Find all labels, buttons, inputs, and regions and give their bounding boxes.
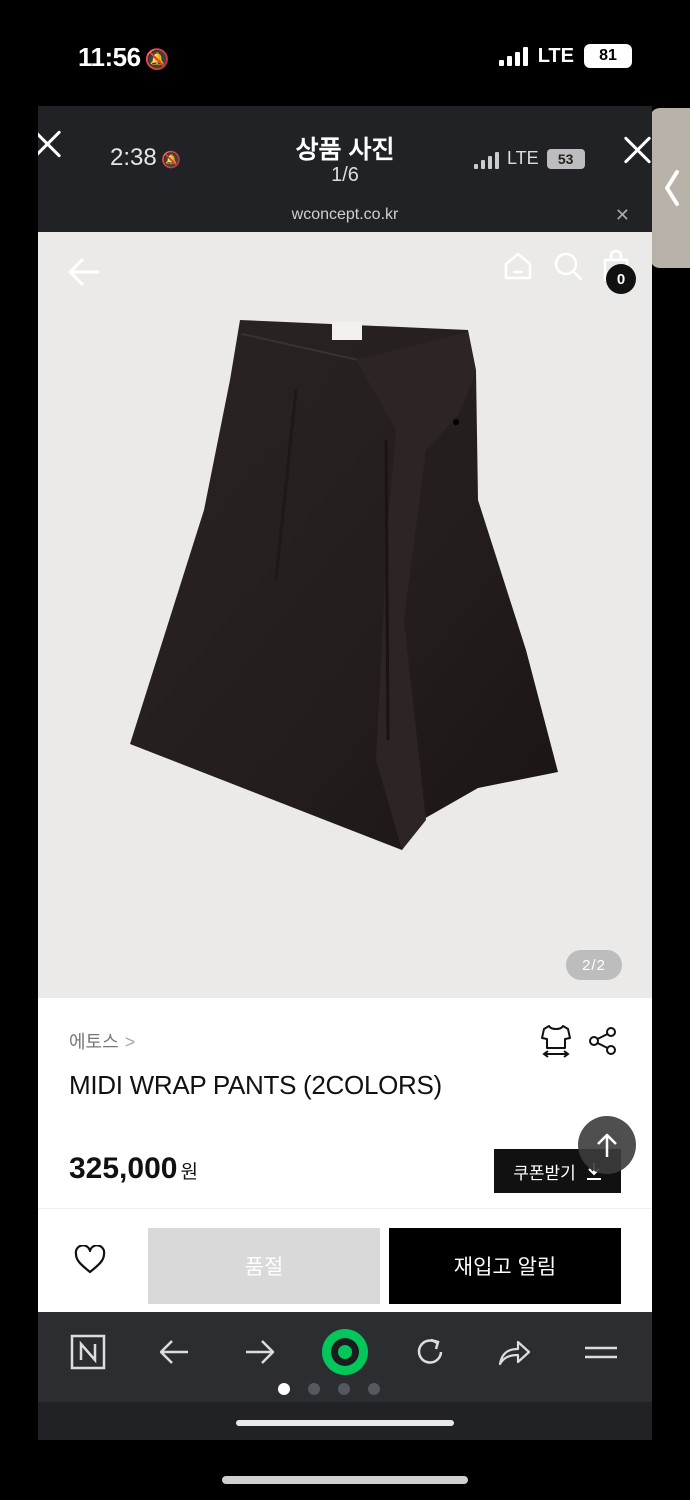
outer-home-indicator (222, 1476, 468, 1484)
product-price: 325,000 원 (69, 1152, 198, 1186)
product-photo[interactable]: 0 2/2 (38, 232, 652, 998)
page-dot[interactable] (368, 1383, 380, 1395)
coupon-label: 쿠폰받기 (513, 1163, 576, 1183)
bell-muted-icon: 🔕 (144, 49, 170, 71)
page-dots (38, 1383, 636, 1395)
back-arrow-icon[interactable] (66, 254, 102, 290)
side-panel-tab[interactable] (650, 108, 690, 268)
brand-name: 에토스 (69, 1032, 119, 1052)
restock-alert-button[interactable]: 재입고 알림 (389, 1228, 621, 1304)
signal-icon (474, 149, 499, 169)
share-icon[interactable] (494, 1332, 534, 1372)
inner-screenshot: 2:38 🔕 상품 사진 1/6 LTE 53 wconcept.co.kr ✕ (38, 106, 652, 1440)
network-type: LTE (507, 148, 539, 168)
outer-status-bar: 11:56 🔕 LTE 81 (0, 0, 690, 106)
soldout-button[interactable]: 품절 (148, 1228, 380, 1304)
signal-icon (498, 46, 528, 66)
scroll-top-button[interactable] (578, 1116, 636, 1174)
product-page: 0 2/2 에토스 > MIDI WRAP PANTS (2COLORS) 32… (38, 232, 652, 1312)
arrow-up-icon (597, 1133, 617, 1157)
battery-icon: 53 (546, 148, 585, 169)
share-icon[interactable] (588, 1026, 618, 1056)
home-indicator (236, 1420, 454, 1426)
page-dot-active[interactable] (278, 1383, 290, 1395)
heart-icon[interactable] (74, 1245, 106, 1275)
skirt-image (130, 320, 558, 850)
menu-icon[interactable] (581, 1332, 621, 1372)
size-guide-icon[interactable] (540, 1024, 572, 1058)
product-info: 에토스 > MIDI WRAP PANTS (2COLORS) 325,000 원 … (38, 998, 652, 1208)
photo-indicator: 2/2 (566, 950, 622, 980)
refresh-icon[interactable] (410, 1332, 450, 1372)
home-icon[interactable] (502, 250, 534, 282)
chevron-left-icon (665, 170, 679, 206)
network-type: LTE (537, 44, 574, 67)
outer-clock: 11:56 🔕 (78, 42, 169, 73)
forward-arrow-icon[interactable] (240, 1332, 280, 1372)
url-bar[interactable]: wconcept.co.kr ✕ (38, 202, 652, 232)
inner-status-icons: LTE 53 (474, 148, 585, 169)
outer-status-icons: LTE 81 (498, 44, 632, 68)
battery-icon: 81 (584, 44, 632, 68)
brand-link[interactable]: 에토스 > (69, 1028, 135, 1054)
page-dot[interactable] (338, 1383, 350, 1395)
back-arrow-icon[interactable] (154, 1332, 194, 1372)
search-icon[interactable] (552, 250, 584, 282)
photo-viewer-header: 2:38 🔕 상품 사진 1/6 LTE 53 wconcept.co.kr ✕ (38, 106, 652, 232)
purchase-action-bar: 품절 재입고 알림 (38, 1208, 652, 1312)
url-text: wconcept.co.kr (291, 206, 399, 223)
naver-icon[interactable] (68, 1332, 108, 1372)
cart-count-badge: 0 (606, 264, 636, 294)
close-icon[interactable] (620, 132, 652, 168)
price-currency: 원 (180, 1162, 198, 1183)
green-dot-icon[interactable] (321, 1328, 369, 1376)
page-dot[interactable] (308, 1383, 320, 1395)
outer-time-text: 11:56 (78, 42, 141, 72)
chevron-right-icon: > (124, 1032, 136, 1052)
product-name: MIDI WRAP PANTS (2COLORS) (69, 1070, 442, 1100)
url-close-icon[interactable]: ✕ (615, 202, 630, 228)
price-value: 325,000 (69, 1152, 178, 1185)
